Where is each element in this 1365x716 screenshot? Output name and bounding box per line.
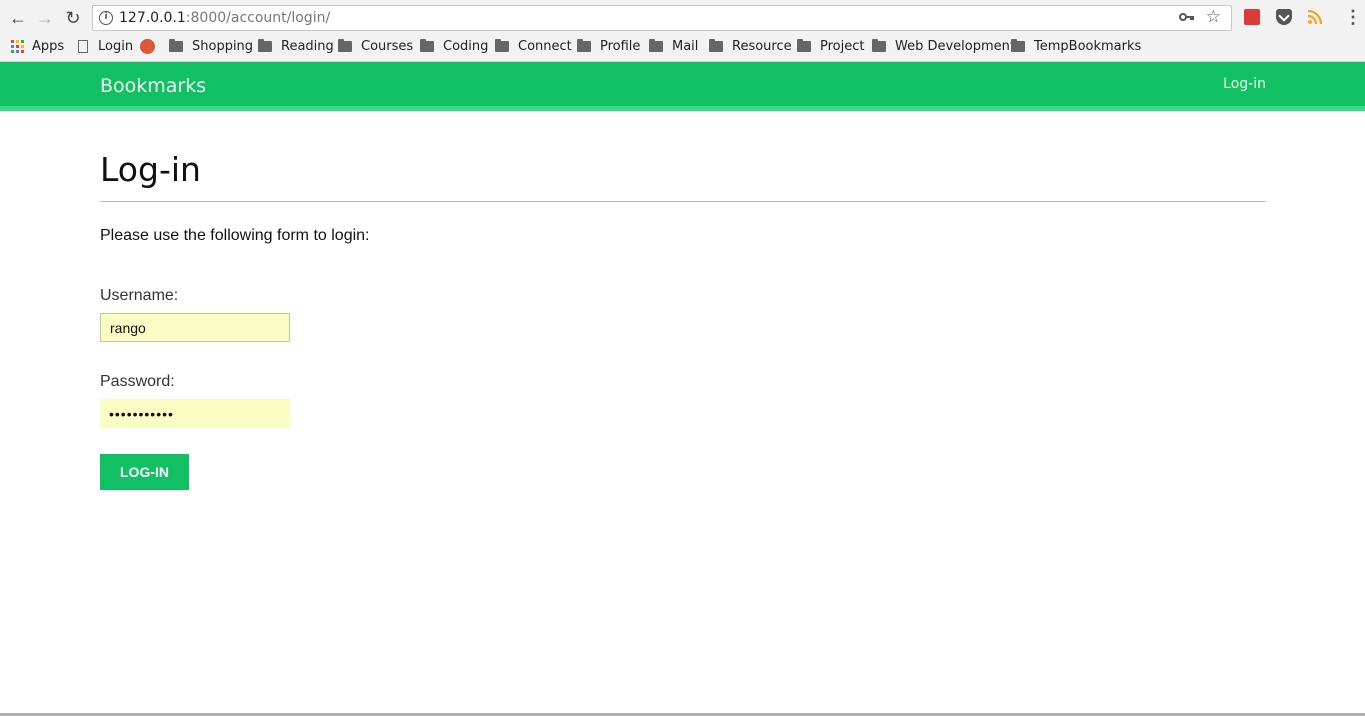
- title-divider: [100, 201, 1266, 202]
- bookmarks-bar: Apps Login Shopping Reading Courses Codi…: [0, 36, 1365, 62]
- bookmark-label: Project: [820, 39, 865, 54]
- bookmark-project[interactable]: Project: [797, 39, 864, 54]
- folder-icon: [169, 39, 183, 52]
- url-host: 127.0.0.1: [119, 10, 186, 26]
- book-extension-icon[interactable]: [1244, 9, 1260, 25]
- page-icon: [78, 40, 88, 53]
- password-label: Password:: [100, 373, 175, 390]
- bookmark-label: Resource: [732, 39, 792, 54]
- login-button[interactable]: LOG-IN: [100, 454, 189, 490]
- browser-menu-icon[interactable]: ⋮: [1344, 7, 1362, 28]
- folder-icon: [1011, 39, 1025, 52]
- forward-button[interactable]: →: [34, 7, 56, 29]
- bookmark-login[interactable]: Login: [78, 39, 133, 54]
- folder-icon: [709, 39, 723, 52]
- bookmark-web-development[interactable]: Web Development: [872, 39, 1015, 54]
- folder-icon: [338, 39, 352, 52]
- bookmark-duckduckgo[interactable]: [140, 39, 165, 54]
- folder-icon: [872, 39, 886, 52]
- bookmark-label: Profile: [600, 39, 641, 54]
- bookmark-star-icon[interactable]: ☆: [1206, 7, 1221, 27]
- pocket-extension-icon[interactable]: [1276, 9, 1292, 25]
- folder-icon: [577, 39, 591, 52]
- bookmark-label: Web Development: [895, 39, 1015, 54]
- bookmark-shopping[interactable]: Shopping: [169, 39, 253, 54]
- back-button[interactable]: ←: [7, 7, 29, 29]
- bookmark-label: Mail: [672, 39, 699, 54]
- bookmark-resource[interactable]: Resource: [709, 39, 792, 54]
- site-header: Bookmarks Log-in: [0, 62, 1365, 111]
- address-bar[interactable]: i 127.0.0.1:8000/account/login/ ☆: [92, 5, 1232, 31]
- info-icon[interactable]: i: [99, 11, 113, 25]
- url-path: :8000/account/login/: [185, 10, 331, 26]
- bookmark-label: Courses: [361, 39, 414, 54]
- reload-button[interactable]: ↻: [62, 7, 84, 29]
- folder-icon: [495, 39, 509, 52]
- bookmark-apps[interactable]: Apps: [11, 39, 64, 54]
- bookmark-connect[interactable]: Connect: [495, 39, 572, 54]
- bookmark-label: TempBookmarks: [1034, 39, 1142, 54]
- password-input[interactable]: [100, 399, 290, 428]
- bookmark-label: Login: [98, 39, 134, 54]
- folder-icon: [420, 39, 434, 52]
- folder-icon: [258, 39, 272, 52]
- bookmark-label: Connect: [518, 39, 572, 54]
- folder-icon: [797, 39, 811, 52]
- bookmark-courses[interactable]: Courses: [338, 39, 413, 54]
- reload-icon: ↻: [65, 7, 81, 28]
- header-login-link[interactable]: Log-in: [1223, 76, 1266, 92]
- page-title: Log-in: [100, 150, 201, 189]
- browser-toolbar: ← → ↻ i 127.0.0.1:8000/account/login/ ☆ …: [0, 0, 1365, 36]
- bookmark-label: Shopping: [192, 39, 254, 54]
- folder-icon: [649, 39, 663, 52]
- site-brand[interactable]: Bookmarks: [100, 75, 206, 97]
- forward-arrow-icon: →: [36, 7, 54, 28]
- username-input[interactable]: [100, 313, 290, 342]
- bookmark-tempbookmarks[interactable]: TempBookmarks: [1011, 39, 1141, 54]
- intro-text: Please use the following form to login:: [100, 227, 370, 244]
- url-text[interactable]: 127.0.0.1:8000/account/login/: [119, 10, 330, 26]
- bookmark-coding[interactable]: Coding: [420, 39, 488, 54]
- bookmark-label: Apps: [32, 39, 65, 54]
- rss-extension-icon[interactable]: [1307, 9, 1323, 25]
- apps-grid-icon: [11, 40, 24, 53]
- back-arrow-icon: ←: [9, 7, 27, 28]
- username-label: Username:: [100, 287, 179, 304]
- bookmark-label: Coding: [443, 39, 489, 54]
- key-icon[interactable]: [1179, 9, 1195, 25]
- duckduckgo-icon: [140, 39, 155, 54]
- bookmark-mail[interactable]: Mail: [649, 39, 698, 54]
- bookmark-label: Reading: [281, 39, 334, 54]
- bookmark-reading[interactable]: Reading: [258, 39, 334, 54]
- bookmark-profile[interactable]: Profile: [577, 39, 640, 54]
